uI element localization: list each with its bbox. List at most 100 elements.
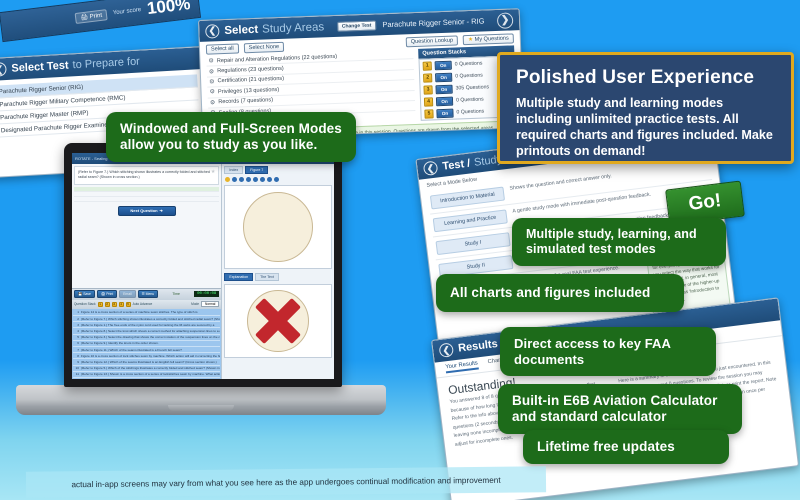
study-area-label: Regulations (23 questions)	[217, 65, 284, 75]
question-list[interactable]: 1 Figure 14 is a cross section of a serie…	[72, 308, 222, 380]
score-bar: 🖨 Print Your score 100%	[0, 0, 202, 43]
next-question-label: Next Question	[130, 208, 158, 214]
save-button[interactable]: 💾 Save	[74, 290, 95, 299]
timer-label: Time	[172, 292, 180, 297]
figure-dot[interactable]	[246, 176, 252, 182]
menu-button[interactable]: ☰ Menu	[137, 290, 159, 299]
figure-tabs: Index Figure 7	[222, 164, 334, 175]
chevron-left-icon[interactable]: ❮	[0, 61, 7, 77]
change-test-button[interactable]: Change Test	[336, 19, 377, 32]
chevron-left-icon[interactable]: ❮	[438, 342, 455, 358]
gear-icon: ⚙	[208, 68, 215, 76]
arrow-right-icon: ➔	[159, 208, 163, 214]
stack-chip[interactable]: 5	[125, 301, 131, 307]
answer-option[interactable]	[74, 197, 220, 202]
stack-count: 0 Questions	[456, 108, 485, 116]
stack-toggle[interactable]: On	[435, 72, 453, 82]
figure-dot[interactable]	[260, 176, 266, 182]
figure-display[interactable]	[224, 185, 332, 269]
figure-nav-dots	[222, 175, 334, 183]
email-button[interactable]: Email	[119, 290, 136, 299]
laptop-screen: ROTATE - Sealing ❔ ★ (Refer to Figure 7.…	[72, 153, 334, 379]
question-list-text: Figure 14 is a cross section of a series…	[81, 310, 198, 315]
study-areas-subtitle: Study Areas	[261, 20, 325, 36]
question-list-text: Figure 10 is a cross section of lock sti…	[81, 353, 221, 358]
question-list-text: (Refer to Figure 13.) Shown is a cross s…	[81, 372, 221, 377]
test-option-label: Parachute Rigger Senior (RIG)	[0, 83, 84, 95]
modes-title: Test /	[441, 157, 471, 173]
chevron-left-icon[interactable]: ❮	[422, 160, 439, 177]
app-figure-pane: Index Figure 7 Explanation The Text	[221, 164, 334, 379]
stack-number: 1	[422, 60, 432, 71]
callout-windowed-modes: Windowed and Full-Screen Modes allow you…	[106, 112, 356, 163]
my-questions-label: My Questions	[474, 35, 509, 43]
stack-count: 305 Questions	[455, 84, 490, 92]
stack-number: 5	[424, 108, 434, 119]
auto-advance-label[interactable]: Auto Advance	[133, 302, 153, 306]
disk-icon: 💾	[78, 292, 83, 297]
chevron-right-icon[interactable]: ❯	[496, 11, 514, 29]
stack-count: 0 Questions	[454, 60, 483, 68]
score-percent: 100%	[145, 0, 192, 19]
figure-dot[interactable]	[225, 176, 231, 182]
select-none-button[interactable]: Select None	[243, 41, 285, 54]
stack-number: 2	[423, 72, 433, 83]
hero-panel: Polished User Experience Multiple study …	[497, 52, 794, 164]
star-icon[interactable]: ★	[211, 169, 215, 175]
question-card: ★ (Refer to Figure 7.) Which stitching s…	[74, 166, 220, 185]
figure-dot[interactable]	[253, 176, 259, 182]
question-list-text: (Refer to Figure 11.) Which of the seams…	[81, 347, 182, 352]
mode-select[interactable]: Normal	[201, 301, 220, 308]
stack-chip[interactable]: 4	[118, 301, 124, 307]
stack-count: 0 Questions	[455, 96, 484, 104]
stack-toggle[interactable]: On	[435, 84, 453, 94]
callout-faa-documents: Direct access to key FAA documents	[500, 327, 716, 377]
stack-toggle[interactable]: On	[434, 60, 452, 70]
chevron-left-icon[interactable]: ❮	[205, 23, 220, 39]
hamburger-icon: ☰	[141, 292, 145, 297]
print-label: Print	[106, 292, 114, 297]
next-question-button[interactable]: Next Question ➔	[117, 205, 176, 216]
question-text: (Refer to Figure 7.) Which stitching sho…	[78, 170, 210, 180]
stack-chip[interactable]: 2	[104, 301, 110, 307]
explanation-figure[interactable]	[224, 284, 332, 358]
tab-your-results[interactable]: Your Results	[445, 360, 479, 374]
figure-dot[interactable]	[239, 176, 245, 182]
stack-count: 0 Questions	[455, 72, 483, 80]
question-list-text: (Refer to Figure 5.) Which of the stitch…	[81, 366, 220, 371]
figure-dot[interactable]	[274, 176, 280, 182]
menu-label: Menu	[145, 292, 155, 297]
figure-dot[interactable]	[267, 176, 273, 182]
stack-toggle[interactable]: On	[435, 96, 454, 106]
hero-title: Polished User Experience	[516, 67, 755, 88]
save-label: Save	[83, 292, 91, 297]
tab-the-text[interactable]: The Text	[255, 272, 279, 281]
question-list-text: (Refer to Figure 8.) Select the knot whi…	[81, 329, 220, 334]
question-lookup-button[interactable]: Question Lookup	[405, 35, 459, 48]
promo-stage: ❮ Select Test to Prepare for Parachute R…	[0, 0, 800, 500]
select-test-subtitle: to Prepare for	[72, 55, 141, 72]
app-statusbar: Question Stack 1 2 3 4 5 Auto Advance Mo…	[72, 299, 222, 309]
print-results-button[interactable]: 🖨 Print	[74, 8, 108, 24]
score-label: Your score	[112, 6, 142, 17]
figure-dot[interactable]	[232, 176, 238, 182]
laptop-lid: ROTATE - Sealing ❔ ★ (Refer to Figure 7.…	[64, 143, 342, 387]
my-questions-button[interactable]: ★ My Questions	[462, 33, 514, 46]
app-toolbar: 💾 Save 🖨 Print Email ☰ Menu Time 00:00:0…	[72, 287, 222, 300]
stack-chip[interactable]: 1	[97, 301, 103, 307]
study-areas-title: Select	[224, 23, 259, 37]
gear-icon: ⚙	[208, 58, 214, 65]
email-label: Email	[123, 292, 132, 297]
tab-figure-7[interactable]: Figure 7	[245, 165, 269, 174]
stack-number: 4	[423, 96, 434, 107]
question-list-row[interactable]: 12(Refer to Figure 6.) Identify the stit…	[73, 378, 221, 380]
tab-index[interactable]: Index	[224, 165, 244, 174]
select-all-button[interactable]: Select all	[205, 43, 239, 55]
printer-icon: 🖨	[80, 13, 89, 21]
callout-e6b-calculator: Built-in E6B Aviation Calculator and sta…	[498, 384, 742, 435]
print-button[interactable]: 🖨 Print	[96, 290, 118, 299]
stack-toggle[interactable]: On	[436, 108, 454, 118]
stack-chip[interactable]: 3	[111, 301, 117, 307]
gear-icon: ⚙	[209, 89, 216, 96]
tab-explanation[interactable]: Explanation	[224, 272, 254, 281]
